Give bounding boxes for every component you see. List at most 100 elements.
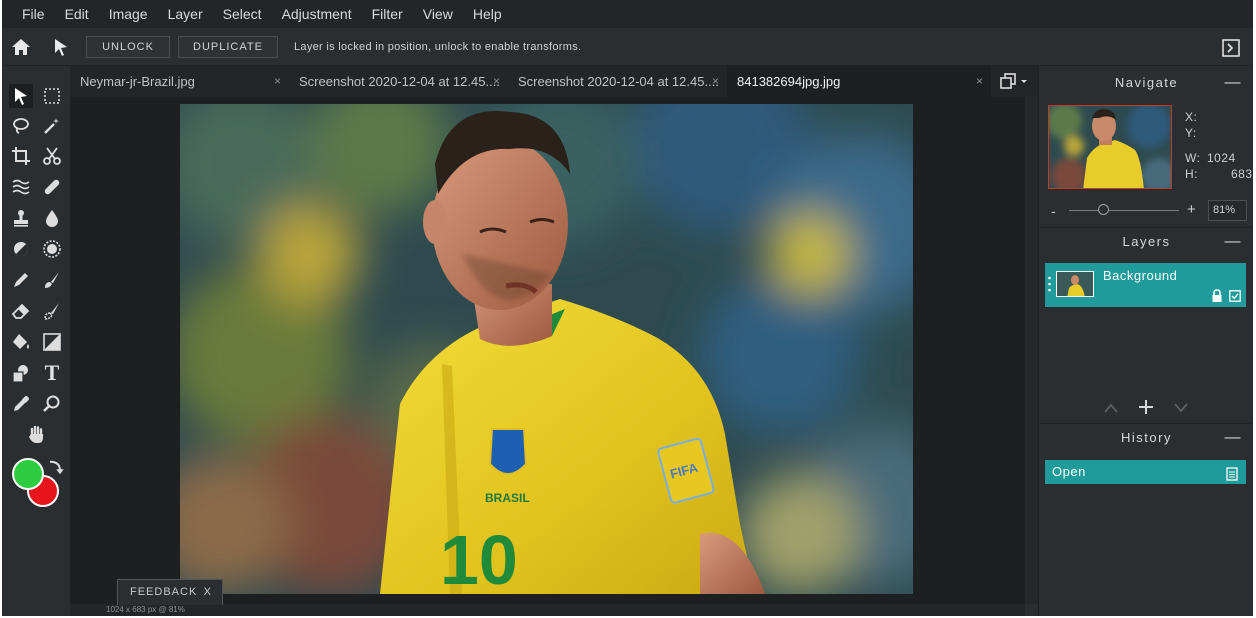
lasso-tool-icon[interactable] xyxy=(9,114,33,138)
cursor-y-label: Y: xyxy=(1185,126,1197,140)
healing-tool-icon[interactable] xyxy=(40,175,64,199)
foreground-color-swatch[interactable] xyxy=(12,458,44,490)
zoom-in-button[interactable]: + xyxy=(1187,201,1196,218)
duplicate-button[interactable]: DUPLICATE xyxy=(178,36,278,58)
move-tool-icon xyxy=(51,37,71,57)
swap-colors-icon[interactable] xyxy=(45,456,64,475)
menu-select[interactable]: Select xyxy=(213,0,272,28)
move-layer-up-icon[interactable] xyxy=(1103,401,1119,413)
visibility-checkbox-icon[interactable] xyxy=(1229,289,1241,302)
collapse-icon[interactable]: — xyxy=(1225,227,1243,257)
zoom-tool-icon[interactable] xyxy=(40,392,64,416)
status-bar-dimensions: 1024 x 683 px @ 81% xyxy=(106,605,185,614)
close-icon[interactable]: × xyxy=(493,66,500,97)
tab-label: Screenshot 2020-12-04 at 12.45.... xyxy=(299,74,500,89)
select-tool-icon[interactable] xyxy=(9,84,33,108)
canvas-image[interactable]: BRASIL 10 FIFA xyxy=(180,104,913,594)
dodge-tool-icon[interactable] xyxy=(9,237,33,261)
drag-handle-icon[interactable] xyxy=(1048,276,1051,292)
shape-tool-icon[interactable] xyxy=(9,361,33,385)
menu-adjustment[interactable]: Adjustment xyxy=(272,0,362,28)
player-photo: BRASIL 10 FIFA xyxy=(180,104,913,594)
width-value: 1024 xyxy=(1207,151,1236,165)
tab-label: Screenshot 2020-12-04 at 12.45.... xyxy=(518,74,719,89)
vertical-scrollbar[interactable] xyxy=(1025,97,1038,604)
crop-tool-icon[interactable] xyxy=(9,144,33,168)
add-layer-icon[interactable] xyxy=(1138,399,1154,415)
options-hint: Layer is locked in position, unlock to e… xyxy=(294,41,582,53)
menu-layer[interactable]: Layer xyxy=(158,0,213,28)
brush-tool-icon[interactable] xyxy=(40,268,64,292)
eyedropper-tool-icon[interactable] xyxy=(9,392,33,416)
move-layer-down-icon[interactable] xyxy=(1173,401,1189,413)
width-label: W: xyxy=(1185,151,1201,165)
layer-thumbnail xyxy=(1056,271,1094,297)
feedback-label: FEEDBACK xyxy=(130,586,198,598)
close-icon[interactable]: X xyxy=(204,580,212,604)
collapse-icon[interactable]: — xyxy=(1225,68,1243,98)
layer-name: Background xyxy=(1103,268,1178,283)
tab-document-1[interactable]: Neymar-jr-Brazil.jpg × xyxy=(70,66,289,97)
history-title: History xyxy=(1121,430,1172,445)
menu-filter[interactable]: Filter xyxy=(362,0,413,28)
document-tabs: Neymar-jr-Brazil.jpg × Screenshot 2020-1… xyxy=(70,66,1038,97)
liquify-tool-icon[interactable] xyxy=(9,175,33,199)
gradient-tool-icon[interactable] xyxy=(40,330,64,354)
feedback-button[interactable]: FEEDBACK X xyxy=(117,579,223,605)
panel-toggle-icon[interactable] xyxy=(1222,39,1240,57)
height-value: 683 xyxy=(1231,167,1253,181)
blur-tool-icon[interactable] xyxy=(40,206,64,230)
zoom-slider-handle[interactable] xyxy=(1098,204,1109,215)
stamp-tool-icon[interactable] xyxy=(9,206,33,230)
cursor-x-label: X: xyxy=(1185,110,1198,124)
smudge-tool-icon[interactable] xyxy=(40,299,64,323)
close-icon[interactable]: × xyxy=(274,66,281,97)
options-bar: UNLOCK DUPLICATE Layer is locked in posi… xyxy=(2,28,1253,66)
text-tool-icon[interactable]: T xyxy=(40,361,64,385)
document-icon xyxy=(1226,465,1238,481)
home-icon[interactable] xyxy=(11,37,31,57)
tab-document-2[interactable]: Screenshot 2020-12-04 at 12.45.... × xyxy=(289,66,508,97)
right-panel: Navigate — X: Y: W: 1024 H: 683 - + 81% … xyxy=(1038,66,1253,616)
window-arrange-icon[interactable] xyxy=(998,72,1034,92)
navigate-panel-header: Navigate — xyxy=(1039,68,1253,98)
navigate-title: Navigate xyxy=(1114,75,1179,90)
menu-file[interactable]: File xyxy=(12,0,55,28)
zoom-value-input[interactable]: 81% xyxy=(1208,200,1247,221)
horizontal-scrollbar[interactable] xyxy=(70,604,1025,616)
menu-edit[interactable]: Edit xyxy=(55,0,99,28)
lock-icon[interactable] xyxy=(1211,289,1223,302)
photo-editor-app: File Edit Image Layer Select Adjustment … xyxy=(2,0,1253,616)
sponge-tool-icon[interactable] xyxy=(40,237,64,261)
height-label: H: xyxy=(1185,167,1198,181)
unlock-button[interactable]: UNLOCK xyxy=(86,36,170,58)
history-item-label: Open xyxy=(1052,464,1086,479)
zoom-slider-track[interactable] xyxy=(1069,210,1179,211)
magic-wand-tool-icon[interactable] xyxy=(40,114,64,138)
menu-help[interactable]: Help xyxy=(463,0,512,28)
svg-text:BRASIL: BRASIL xyxy=(485,491,530,505)
history-item[interactable]: Open xyxy=(1045,460,1246,484)
zoom-out-button[interactable]: - xyxy=(1051,203,1056,219)
collapse-icon[interactable]: — xyxy=(1225,423,1243,453)
close-icon[interactable]: × xyxy=(712,66,719,97)
tab-document-3[interactable]: Screenshot 2020-12-04 at 12.45.... × xyxy=(508,66,727,97)
menu-view[interactable]: View xyxy=(413,0,463,28)
menu-image[interactable]: Image xyxy=(99,0,158,28)
marquee-tool-icon[interactable] xyxy=(40,84,64,108)
tab-document-4[interactable]: 841382694jpg.jpg × xyxy=(727,66,991,97)
layers-title: Layers xyxy=(1122,234,1171,249)
paint-bucket-tool-icon[interactable] xyxy=(9,330,33,354)
layers-panel-header: Layers — xyxy=(1039,227,1253,257)
history-panel-header: History — xyxy=(1039,423,1253,453)
hand-tool-icon[interactable] xyxy=(25,423,49,447)
layer-item[interactable]: Background xyxy=(1045,263,1246,307)
tab-label: Neymar-jr-Brazil.jpg xyxy=(80,74,195,89)
close-icon[interactable]: × xyxy=(976,66,983,97)
navigator-thumbnail[interactable] xyxy=(1048,105,1172,189)
svg-text:10: 10 xyxy=(440,521,518,594)
tools-panel: T xyxy=(2,66,70,616)
pencil-tool-icon[interactable] xyxy=(9,268,33,292)
scissors-tool-icon[interactable] xyxy=(40,144,64,168)
eraser-tool-icon[interactable] xyxy=(9,299,33,323)
